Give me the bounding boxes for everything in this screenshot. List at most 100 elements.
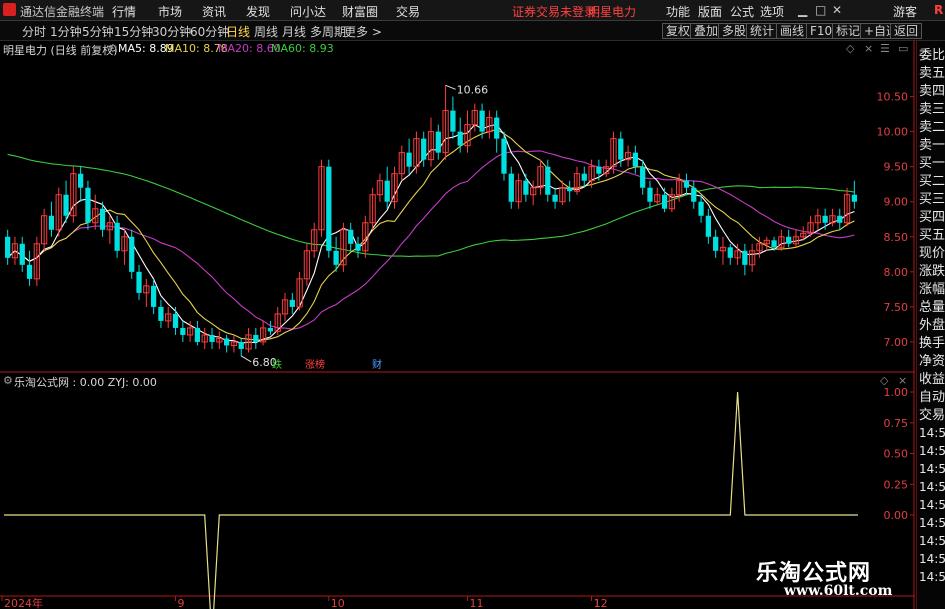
candle-body-down — [837, 215, 843, 223]
side-panel-item[interactable]: 14:56 — [919, 497, 945, 514]
candle-body-down — [727, 247, 733, 258]
side-panel-item[interactable]: 14:56 — [919, 443, 945, 460]
date-tick-label: 1 — [594, 597, 601, 609]
candle-body-down — [85, 187, 91, 223]
candle-body-down — [618, 138, 624, 160]
kline-chart[interactable]: 10.5010.009.509.008.508.007.507.00 1.000… — [0, 0, 916, 609]
candle-body-down — [172, 313, 179, 328]
price-tick-label: 10.50 — [877, 91, 909, 104]
marker-die[interactable]: 跌 — [272, 358, 282, 371]
candle-body-down — [435, 131, 441, 153]
candle-body-down — [238, 341, 244, 349]
candle-body-down — [26, 264, 33, 279]
side-panel-item[interactable]: 收益 — [919, 371, 945, 388]
side-panel-item[interactable]: 净资 — [919, 353, 945, 370]
restore-icon[interactable]: ▭ — [898, 42, 908, 55]
candle-body-down — [253, 334, 259, 342]
side-panel-item[interactable]: 买四 — [919, 209, 945, 226]
side-panel-item[interactable]: 买五 — [919, 227, 945, 244]
candle-body-down — [713, 236, 719, 251]
stock-label: 明星电力 (日线 前复权) — [3, 44, 118, 57]
side-panel-item[interactable]: 14:56 — [919, 515, 945, 532]
candle-body-down — [698, 201, 704, 216]
side-panel-item[interactable]: 自动 — [919, 389, 945, 406]
candle-body-down — [151, 285, 157, 307]
indicator-gear-icon[interactable]: ⚙ — [3, 374, 13, 387]
candle-body-down — [822, 215, 828, 223]
side-panel-item[interactable]: 现价 — [919, 245, 945, 262]
candle-body-down — [523, 180, 529, 195]
indicator-diamond-icon[interactable]: ◇ — [880, 374, 888, 387]
side-panel-item[interactable]: 卖五 — [919, 65, 945, 82]
date-tick-label: 10 — [331, 597, 345, 609]
ma60-line — [7, 153, 855, 257]
candle-body-down — [647, 187, 653, 202]
close-panel-icon[interactable]: × — [864, 42, 873, 55]
side-panel-item[interactable]: 14:56 — [919, 461, 945, 478]
side-panel-item[interactable]: 14:56 — [919, 425, 945, 442]
price-tick-label: 8.00 — [884, 266, 909, 279]
candle-body-down — [99, 208, 106, 230]
side-panel-item[interactable]: 卖二 — [919, 119, 945, 136]
candle-body-down — [661, 194, 668, 209]
ma60-value: MA60: 8.93 — [271, 42, 334, 55]
candle-body-down — [129, 236, 135, 272]
marker-cai[interactable]: 财 — [372, 358, 382, 371]
candle-body-down — [180, 327, 186, 335]
candle-body-down — [355, 243, 361, 251]
candle-body-down — [326, 166, 332, 251]
candle-body-down — [223, 338, 230, 346]
price-tick-label: 9.50 — [884, 161, 909, 174]
candle-body-down — [552, 194, 558, 202]
indicator-tick-label: 0.75 — [884, 417, 909, 430]
side-panel-item[interactable]: 14:56 — [919, 533, 945, 550]
indicator-close-icon[interactable]: × — [898, 374, 907, 387]
side-panel-item[interactable]: 总量 — [919, 299, 945, 316]
candle-body-down — [209, 334, 215, 342]
candle-body-down — [78, 173, 84, 188]
candle-body-down — [348, 229, 354, 244]
side-panel-item[interactable]: 买三 — [919, 191, 945, 208]
side-panel-item[interactable]: 买二 — [919, 173, 945, 190]
side-panel-item[interactable]: 卖三 — [919, 101, 945, 118]
date-axis: 2024年 9 10 11 121 — [1, 596, 608, 609]
indicator-label: 乐淘公式网 : 0.00 ZYJ: 0.00 — [14, 376, 157, 389]
side-panel-item[interactable]: 卖四 — [919, 83, 945, 100]
side-panel-item[interactable]: 买一 — [919, 155, 945, 172]
side-panel-item[interactable]: 涨幅 — [919, 281, 945, 298]
side-panel-item[interactable]: 交易 — [919, 407, 945, 424]
side-panel-item[interactable]: 换手 — [919, 335, 945, 352]
date-tick-label: 9 — [178, 597, 185, 609]
side-panel-item[interactable]: 卖一 — [919, 137, 945, 154]
price-tick-label: 7.00 — [884, 336, 909, 349]
watermark-url: www.60lt.com — [784, 583, 893, 599]
price-tick-label: 7.50 — [884, 301, 909, 314]
marker-zhangbang[interactable]: 涨榜 — [305, 358, 325, 371]
candle-body-down — [771, 240, 777, 248]
indicator-line — [4, 391, 858, 609]
candle-body-down — [742, 250, 748, 265]
ma60-polyline — [7, 153, 855, 257]
candle-body-down — [457, 131, 463, 146]
candle-body-down — [114, 222, 120, 251]
ma-info-bar: 明星电力 (日线 前复权) ⚙ MA5: 8.89 MA10: 8.78 MA2… — [0, 41, 915, 57]
candle-body-down — [581, 173, 587, 181]
side-panel-item[interactable]: 委比 — [919, 47, 945, 64]
candle-body-down — [333, 250, 339, 265]
side-panel-item[interactable]: 14:56 — [919, 569, 945, 586]
price-tick-label: 8.50 — [884, 231, 909, 244]
high-pointer — [445, 84, 456, 90]
low-pointer — [240, 355, 252, 363]
indicator-tick-label: 0.50 — [884, 448, 909, 461]
candle-body-down — [194, 327, 201, 342]
price-tick-label: 9.00 — [884, 196, 909, 209]
side-panel-item[interactable]: 14:56 — [919, 479, 945, 496]
diamond-icon[interactable]: ◇ — [846, 42, 854, 55]
side-panel-item[interactable]: 外盘 — [919, 317, 945, 334]
candle-body-down — [289, 299, 295, 307]
side-panel-item[interactable]: 涨跌 — [919, 263, 945, 280]
gear-icon[interactable]: ⚙ — [108, 42, 118, 55]
side-panel-item[interactable]: 14:56 — [919, 551, 945, 568]
menu-panel-icon[interactable]: ☰ — [880, 42, 890, 55]
ma20-polyline — [7, 150, 855, 330]
